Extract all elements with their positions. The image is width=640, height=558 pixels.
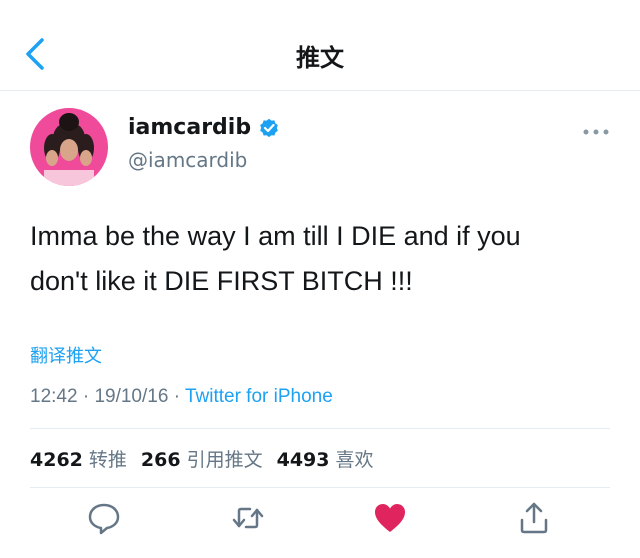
display-name: iamcardib xyxy=(128,115,252,140)
verified-badge-icon xyxy=(260,118,278,137)
tweet-actions xyxy=(0,500,640,540)
divider xyxy=(30,428,610,429)
display-name-row[interactable]: iamcardib xyxy=(128,115,279,140)
likes-stat[interactable]: 4493 喜欢 xyxy=(277,445,374,472)
top-bar: 推文 xyxy=(0,0,640,91)
tweet-stats: 4262 转推 266 引用推文 4493 喜欢 xyxy=(30,445,374,472)
tweet-text-line: Imma be the way I am till I DIE and if y… xyxy=(30,221,521,251)
tweet-text-line: don't like it DIE FIRST BITCH !!! xyxy=(30,266,413,296)
tweet-source-link[interactable]: Twitter for iPhone xyxy=(185,386,333,407)
translate-tweet-link[interactable]: 翻译推文 xyxy=(30,342,102,368)
more-options-icon[interactable] xyxy=(582,124,610,140)
divider xyxy=(30,487,610,488)
quotes-stat[interactable]: 266 引用推文 xyxy=(141,445,263,472)
tweet-date: 19/10/16 xyxy=(94,386,169,407)
meta-separator: · xyxy=(82,386,90,407)
retweet-count: 4262 xyxy=(30,449,83,471)
user-handle[interactable]: @iamcardib xyxy=(128,148,247,172)
quote-count: 266 xyxy=(140,449,181,471)
avatar[interactable] xyxy=(30,108,108,186)
retweet-icon[interactable] xyxy=(230,500,266,536)
retweet-label: 转推 xyxy=(88,449,127,471)
reply-icon[interactable] xyxy=(86,500,122,536)
page-title: 推文 xyxy=(296,44,344,72)
tweet-time: 12:42 xyxy=(30,386,78,407)
like-label: 喜欢 xyxy=(335,449,374,471)
share-icon[interactable] xyxy=(516,500,552,536)
retweets-stat[interactable]: 4262 转推 xyxy=(30,445,127,472)
like-count: 4493 xyxy=(276,449,330,471)
meta-separator: · xyxy=(173,386,181,407)
heart-icon[interactable] xyxy=(372,500,408,536)
tweet-text: Imma be the way I am till I DIE and if y… xyxy=(30,214,610,304)
quote-label: 引用推文 xyxy=(186,449,263,471)
tweet-meta: 12:42 · 19/10/16 · Twitter for iPhone xyxy=(30,386,333,408)
